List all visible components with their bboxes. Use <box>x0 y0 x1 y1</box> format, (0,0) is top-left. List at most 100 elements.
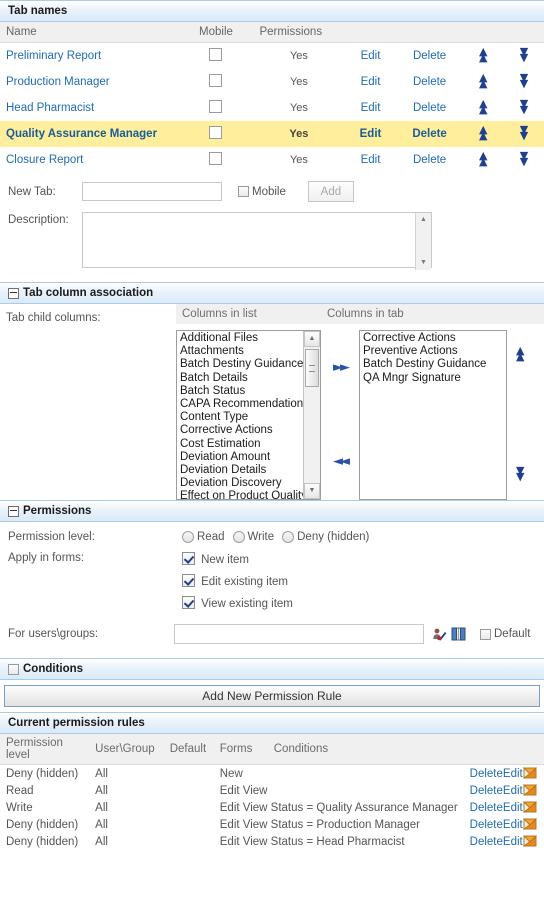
move-up-icon[interactable]: ▲ ▲ <box>479 98 487 115</box>
list-item[interactable]: Attachments <box>177 345 320 358</box>
list-item[interactable]: Effect on Product Quality <box>177 490 320 499</box>
delete-link[interactable]: Delete <box>413 154 446 166</box>
mobile-checkbox[interactable] <box>209 48 223 61</box>
columns-in-list-listbox[interactable]: Additional Files Attachments Batch Destiny… <box>176 330 321 500</box>
new-tab-input[interactable] <box>82 182 222 201</box>
scroll-up-icon[interactable]: ▲ <box>304 331 320 347</box>
scrollbar-thumb[interactable] <box>305 349 319 387</box>
add-new-permission-rule-button[interactable]: Add New Permission Rule <box>4 685 540 707</box>
tab-name-link[interactable]: Closure Report <box>6 154 83 166</box>
list-item[interactable]: Batch Destiny Guidance <box>177 358 320 371</box>
mobile-checkbox[interactable] <box>209 126 223 139</box>
table-row-selected[interactable]: Quality Assurance Manager Yes Edit Delet… <box>0 121 544 147</box>
scroll-down-icon[interactable]: ▼ <box>304 483 320 499</box>
table-row[interactable]: Head Pharmacist Yes Edit Delete ▲ ▲ ▼ ▼ <box>0 95 544 121</box>
radio-read[interactable] <box>182 531 194 543</box>
conditions-checkbox[interactable] <box>8 663 19 675</box>
rule-delete-link[interactable]: Delete <box>470 785 503 797</box>
rule-delete-link[interactable]: Delete <box>470 768 503 780</box>
move-down-icon[interactable]: ▼ ▼ <box>520 150 528 167</box>
move-down-icon[interactable]: ▼ ▼ <box>520 46 528 63</box>
edit-pencil-icon[interactable] <box>522 818 537 830</box>
edit-link[interactable]: Edit <box>361 76 381 88</box>
scroll-up-icon[interactable]: ▲ <box>416 213 431 227</box>
default-checkbox[interactable] <box>480 628 491 640</box>
mobile-checkbox[interactable] <box>209 100 223 113</box>
new-tab-mobile-checkbox[interactable] <box>238 186 249 197</box>
list-item[interactable]: Batch Details <box>177 372 320 385</box>
move-down-icon[interactable]: ▼ ▼ <box>520 98 528 115</box>
table-row[interactable]: Production Manager Yes Edit Delete ▲ ▲ ▼ ▼ <box>0 69 544 95</box>
checkbox-view-existing-item[interactable] <box>182 596 195 609</box>
rule-delete-link[interactable]: Delete <box>470 836 503 848</box>
list-item[interactable]: Corrective Actions <box>177 424 320 437</box>
rule-delete-link[interactable]: Delete <box>470 819 503 831</box>
list-item[interactable]: CAPA Recommendations <box>177 398 320 411</box>
list-item[interactable]: Deviation Amount <box>177 451 320 464</box>
edit-link[interactable]: Edit <box>361 50 381 62</box>
table-row[interactable]: Read All Edit View DeleteEdit <box>0 782 544 799</box>
table-row[interactable]: Preliminary Report Yes Edit Delete ▲ ▲ ▼ ▼ <box>0 43 544 70</box>
list-item[interactable]: QA Mngr Signature <box>360 372 506 385</box>
table-row[interactable]: Write All Edit View Status = Quality Assur… <box>0 799 544 816</box>
move-up-icon[interactable]: ▲ ▲ <box>479 72 487 89</box>
edit-pencil-icon[interactable] <box>522 801 537 813</box>
edit-link[interactable]: Edit <box>361 154 381 166</box>
mobile-checkbox[interactable] <box>209 152 223 165</box>
list-item[interactable]: Corrective Actions <box>360 332 506 345</box>
edit-link[interactable]: Edit <box>360 128 382 140</box>
conditions-section-header[interactable]: Conditions <box>0 658 544 680</box>
radio-deny-hidden[interactable] <box>282 531 295 543</box>
checkbox-edit-existing-item[interactable] <box>182 574 195 587</box>
delete-link[interactable]: Delete <box>413 50 446 62</box>
tab-name-link[interactable]: Production Manager <box>6 76 110 88</box>
checkbox-new-item[interactable] <box>182 552 195 565</box>
rule-edit-link[interactable]: Edit <box>503 802 523 814</box>
collapse-toggle-icon[interactable] <box>8 505 19 517</box>
list-item[interactable]: Batch Destiny Guidance <box>360 358 506 371</box>
tab-name-link[interactable]: Preliminary Report <box>6 50 101 62</box>
users-groups-input[interactable] <box>174 624 424 644</box>
tab-name-link[interactable]: Quality Assurance Manager <box>6 128 157 140</box>
list-item[interactable]: Deviation Discovery <box>177 477 320 490</box>
tab-name-link[interactable]: Head Pharmacist <box>6 102 94 114</box>
move-up-icon[interactable]: ▲ ▲ <box>479 150 487 167</box>
list-item[interactable]: Deviation Details <box>177 464 320 477</box>
add-button[interactable]: Add <box>307 181 354 202</box>
rule-edit-link[interactable]: Edit <box>503 785 523 797</box>
list-item[interactable]: Content Type <box>177 411 320 424</box>
columns-in-tab-listbox[interactable]: Corrective Actions Preventive Actions Batc… <box>359 330 507 500</box>
table-row[interactable]: Deny (hidden) All New DeleteEdit <box>0 765 544 783</box>
scroll-down-icon[interactable]: ▼ <box>416 256 431 270</box>
move-down-icon[interactable]: ▼ ▼ <box>520 72 528 89</box>
rule-edit-link[interactable]: Edit <box>503 819 523 831</box>
radio-write[interactable] <box>232 531 245 543</box>
reorder-down-icon[interactable]: ▼ ▼ <box>516 465 524 482</box>
permissions-section-header[interactable]: Permissions <box>0 500 544 522</box>
list-item[interactable]: Preventive Actions <box>360 345 506 358</box>
rule-edit-link[interactable]: Edit <box>503 768 523 780</box>
tab-column-association-header[interactable]: Tab column association <box>0 282 544 304</box>
check-names-icon[interactable] <box>432 627 447 642</box>
description-textarea[interactable] <box>82 212 432 268</box>
move-up-icon[interactable]: ▲ ▲ <box>479 124 487 141</box>
columns-in-list-scrollbar[interactable]: ▲ ▼ <box>303 331 320 499</box>
rule-edit-link[interactable]: Edit <box>503 836 523 848</box>
collapse-toggle-icon[interactable] <box>8 287 19 299</box>
reorder-up-icon[interactable]: ▲ ▲ <box>516 345 524 362</box>
list-item[interactable]: Batch Status <box>177 385 320 398</box>
rule-delete-link[interactable]: Delete <box>470 802 503 814</box>
edit-pencil-icon[interactable] <box>522 767 537 779</box>
table-row[interactable]: Deny (hidden) All Edit View Status = Produ… <box>0 816 544 833</box>
edit-pencil-icon[interactable] <box>522 835 537 847</box>
move-left-button[interactable]: ◄◄ <box>333 454 350 469</box>
edit-pencil-icon[interactable] <box>522 784 537 796</box>
form-option-view-existing[interactable]: View existing item <box>182 596 293 610</box>
delete-link[interactable]: Delete <box>413 102 446 114</box>
mobile-checkbox[interactable] <box>209 74 223 87</box>
delete-link[interactable]: Delete <box>413 76 446 88</box>
address-book-icon[interactable] <box>451 627 466 641</box>
list-item[interactable]: Additional Files <box>177 332 320 345</box>
delete-link[interactable]: Delete <box>412 128 447 140</box>
table-row[interactable]: Deny (hidden) All Edit View Status = Head … <box>0 833 544 850</box>
